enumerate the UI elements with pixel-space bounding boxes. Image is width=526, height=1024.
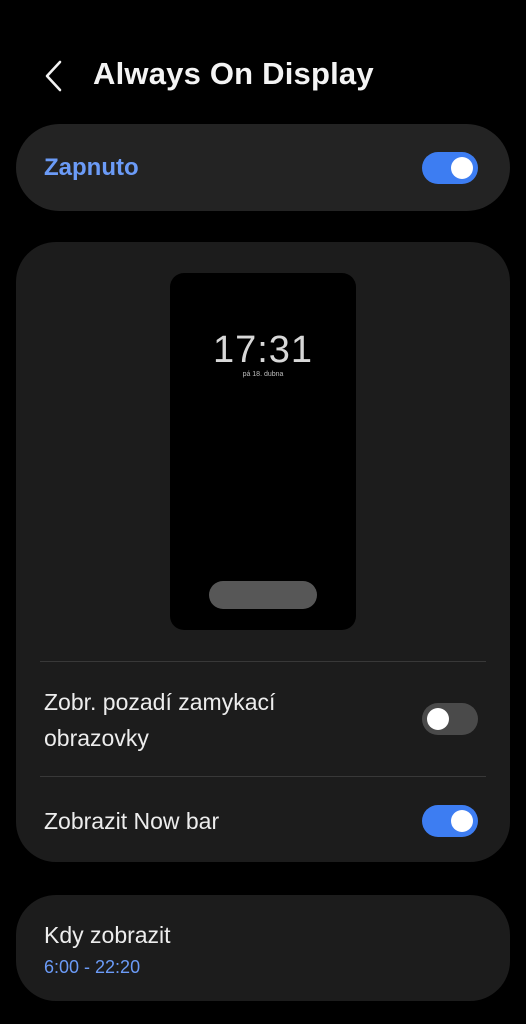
page-title: Always On Display (93, 56, 374, 91)
schedule-card[interactable]: Kdy zobrazit 6:00 - 22:20 (16, 895, 510, 1001)
wallpaper-option-row[interactable]: Zobr. pozadí zamykací obrazovky (16, 662, 510, 776)
master-toggle[interactable] (422, 152, 478, 184)
master-switch-card[interactable]: Zapnuto (16, 124, 510, 211)
schedule-value: 6:00 - 22:20 (44, 957, 141, 977)
toggle-knob (427, 708, 449, 730)
chevron-left-icon (45, 60, 62, 92)
back-button[interactable] (30, 52, 78, 100)
schedule-title: Kdy zobrazit (44, 922, 171, 948)
now-bar-option-label: Zobrazit Now bar (44, 808, 220, 834)
now-bar-toggle[interactable] (422, 805, 478, 837)
master-switch-label: Zapnuto (44, 154, 139, 181)
wallpaper-option-label-line1: Zobr. pozadí zamykací (44, 689, 276, 715)
aod-preview[interactable]: 17:31 pá 18. dubna (170, 273, 356, 630)
now-bar-option-row[interactable]: Zobrazit Now bar (16, 777, 510, 857)
aod-settings-card: 17:31 pá 18. dubna Zobr. pozadí zamykací… (16, 242, 510, 862)
preview-date: pá 18. dubna (242, 371, 284, 378)
wallpaper-toggle[interactable] (422, 703, 478, 735)
toggle-knob (451, 810, 473, 832)
wallpaper-option-label-line2: obrazovky (44, 725, 149, 751)
toggle-knob (451, 157, 473, 179)
wallpaper-option-label: Zobr. pozadí zamykací obrazovky (44, 684, 275, 756)
preview-now-bar (209, 581, 317, 609)
preview-clock: 17:31 (212, 329, 314, 371)
